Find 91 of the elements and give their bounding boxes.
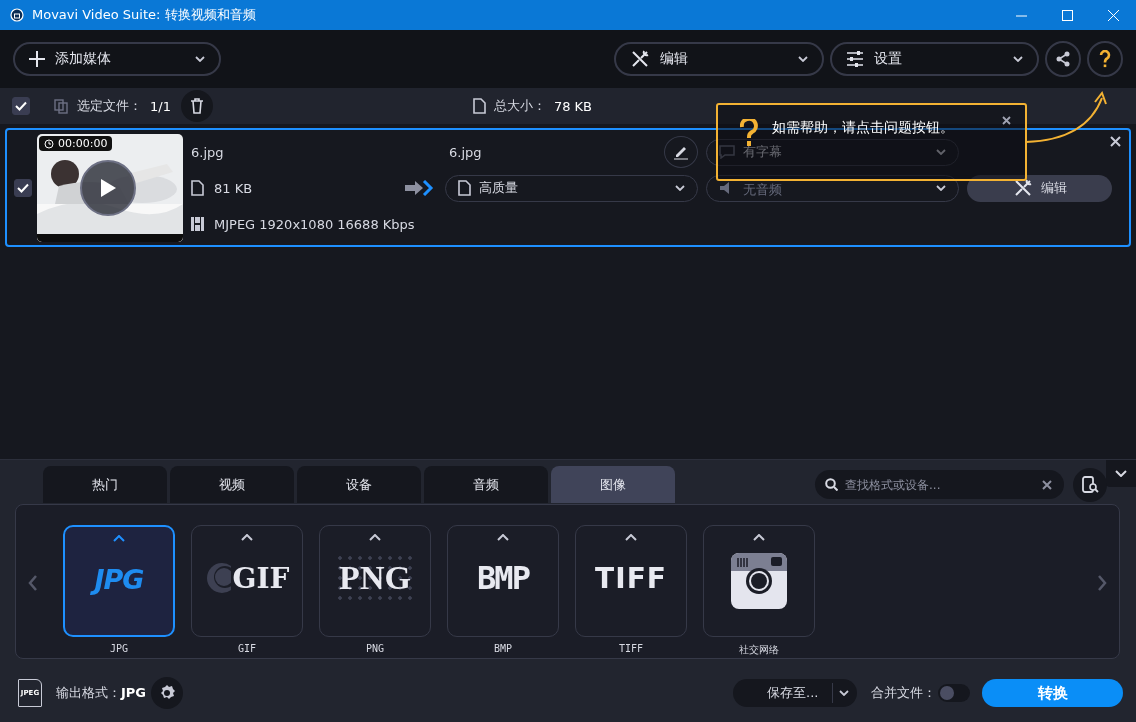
app-logo-icon <box>10 8 24 22</box>
format-tab[interactable]: 图像 <box>551 466 675 503</box>
source-file-name: 6.jpg <box>191 144 224 160</box>
chevron-up-icon <box>753 534 765 541</box>
plus-icon <box>29 51 45 67</box>
share-icon <box>1055 51 1071 67</box>
chevron-down-icon <box>675 185 685 191</box>
settings-dropdown[interactable]: 设置 <box>830 42 1039 76</box>
collapse-button[interactable] <box>1106 460 1136 487</box>
file-icon <box>472 98 486 114</box>
chevron-up-icon <box>369 534 381 541</box>
output-file-name: 6.jpg <box>448 144 483 160</box>
merge-toggle[interactable] <box>938 684 970 702</box>
output-format-text: 输出格式：JPG <box>56 684 147 702</box>
format-label: TIFF <box>618 643 644 654</box>
total-size-value: 78 KB <box>553 98 593 114</box>
format-logo: PNG <box>335 553 415 603</box>
chevron-up-icon <box>113 535 125 542</box>
speech-bubble-icon <box>719 145 735 159</box>
format-label: PNG <box>365 643 385 654</box>
format-logo: GIF <box>204 553 290 603</box>
camera-icon <box>731 553 787 609</box>
share-button[interactable] <box>1045 41 1081 77</box>
checkbox[interactable] <box>12 97 30 115</box>
chevron-down-icon <box>1013 56 1023 62</box>
help-tip-text: 如需帮助，请点击问题按钮。 <box>772 119 954 137</box>
files-icon <box>54 98 69 114</box>
total-size-label: 总大小： <box>493 97 546 115</box>
chevron-up-icon <box>241 534 253 541</box>
chevron-up-icon <box>497 534 509 541</box>
question-mark-icon <box>1099 50 1111 68</box>
format-label: 社交网络 <box>739 643 779 657</box>
duration-badge: 00:00:00 <box>39 136 113 151</box>
tools-icon <box>630 49 650 69</box>
edit-dropdown[interactable]: 编辑 <box>614 42 824 76</box>
selected-files-count: 1/1 <box>150 98 171 114</box>
file-icon <box>458 180 471 196</box>
chevron-down-icon <box>798 56 808 62</box>
format-card[interactable]: GIF <box>191 525 303 637</box>
question-mark-icon <box>740 119 758 147</box>
device-search-icon <box>1081 475 1099 494</box>
save-to-button[interactable]: 保存至... <box>733 679 857 707</box>
help-button[interactable] <box>1087 41 1123 77</box>
format-logo: TIFF <box>595 560 667 597</box>
device-search-button[interactable] <box>1073 467 1107 502</box>
search-icon <box>825 478 838 491</box>
format-card[interactable] <box>703 525 815 637</box>
check-icon <box>17 183 29 193</box>
settings-button[interactable] <box>151 677 184 709</box>
format-card[interactable]: JPG <box>63 525 175 637</box>
format-card[interactable]: TIFF <box>575 525 687 637</box>
format-label: JPG <box>109 643 129 654</box>
merge-files-label: 合并文件： <box>871 684 936 702</box>
format-card[interactable]: BMP <box>447 525 559 637</box>
format-tab[interactable]: 视频 <box>170 466 294 503</box>
chevron-down-icon <box>839 690 849 696</box>
sliders-icon <box>846 51 864 67</box>
add-media-button[interactable]: 添加媒体 <box>13 42 221 76</box>
tools-icon <box>1012 178 1033 198</box>
pencil-icon <box>673 144 689 160</box>
format-tab[interactable]: 热门 <box>43 466 167 503</box>
play-icon <box>99 178 117 198</box>
file-icon <box>191 180 204 196</box>
maximize-icon <box>1061 9 1073 21</box>
trash-icon <box>189 98 204 114</box>
delete-button[interactable] <box>180 90 213 122</box>
source-file-size: 81 KB <box>214 180 253 196</box>
format-tab[interactable]: 音频 <box>424 466 548 503</box>
format-label: BMP <box>493 643 513 654</box>
media-info: MJPEG 1920x1080 16688 Kbps <box>214 216 415 232</box>
chevron-down-icon <box>1115 470 1127 477</box>
film-icon <box>191 217 204 231</box>
format-label: GIF <box>237 643 257 654</box>
format-card[interactable]: PNG <box>319 525 431 637</box>
check-icon <box>15 101 27 111</box>
checkbox[interactable] <box>14 179 32 197</box>
search-field[interactable]: 查找格式或设备... <box>815 470 1064 499</box>
clear-icon[interactable] <box>1042 480 1052 490</box>
close-icon[interactable] <box>1002 116 1011 125</box>
window-title: Movavi Video Suite: 转换视频和音频 <box>32 6 257 24</box>
convert-arrow-icon <box>405 180 435 196</box>
chevron-down-icon <box>936 185 946 191</box>
close-icon[interactable] <box>1110 136 1121 147</box>
chevron-down-icon <box>936 149 946 155</box>
edit-button[interactable]: 编辑 <box>967 174 1112 202</box>
format-tab[interactable]: 设备 <box>297 466 421 503</box>
selected-files-label: 选定文件： <box>77 97 142 115</box>
format-logo: BMP <box>477 558 529 599</box>
chevron-down-icon <box>195 56 205 62</box>
close-icon <box>1107 9 1119 21</box>
chevron-up-icon <box>625 534 637 541</box>
